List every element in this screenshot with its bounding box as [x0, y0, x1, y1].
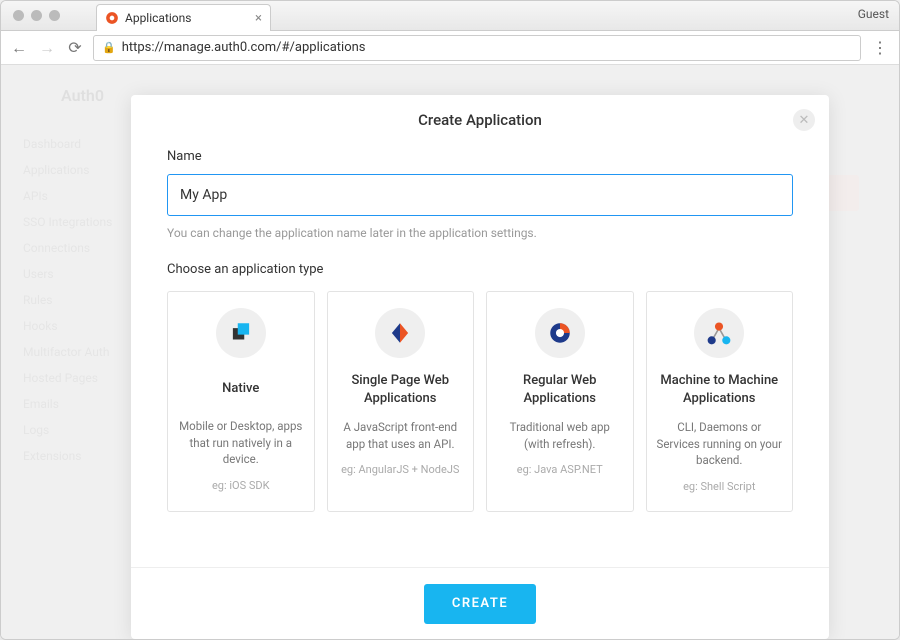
window-titlebar: Applications × Guest: [1, 1, 899, 31]
type-title: Native: [222, 372, 259, 406]
nav-back-icon[interactable]: ←: [9, 38, 29, 58]
nav-forward-icon: →: [37, 38, 57, 58]
type-card-regular[interactable]: Regular Web Applications Traditional web…: [486, 291, 634, 512]
type-title: Single Page Web Applications: [338, 372, 464, 407]
application-name-input[interactable]: [167, 174, 793, 216]
url-bar[interactable]: 🔒 https://manage.auth0.com/#/application…: [93, 35, 861, 61]
modal-title: Create Application: [418, 111, 542, 129]
page-content: Auth0 Dashboard Applications APIs SSO In…: [1, 65, 899, 639]
browser-window: Applications × Guest ← → ⟳ 🔒 https://man…: [0, 0, 900, 640]
create-button[interactable]: CREATE: [424, 584, 536, 624]
type-title: Regular Web Applications: [497, 372, 623, 407]
browser-toolbar: ← → ⟳ 🔒 https://manage.auth0.com/#/appli…: [1, 31, 899, 65]
profile-guest-label[interactable]: Guest: [858, 7, 889, 21]
tab-title: Applications: [125, 11, 191, 25]
application-type-cards: Native Mobile or Desktop, apps that run …: [167, 291, 793, 512]
tab-close-icon[interactable]: ×: [255, 11, 262, 26]
close-icon[interactable]: ✕: [793, 109, 815, 131]
type-desc: Mobile or Desktop, apps that run nativel…: [178, 418, 304, 468]
modal-footer: CREATE: [131, 567, 829, 639]
type-example: eg: Shell Script: [683, 479, 755, 494]
type-desc: A JavaScript front-end app that uses an …: [338, 419, 464, 452]
native-icon: [216, 308, 266, 358]
spa-icon: [375, 308, 425, 358]
type-title: Machine to Machine Applications: [657, 372, 783, 407]
window-close[interactable]: [13, 10, 24, 21]
window-zoom[interactable]: [49, 10, 60, 21]
browser-menu-icon[interactable]: ⋮: [869, 38, 891, 57]
create-application-modal: Create Application ✕ Name You can change…: [131, 95, 829, 639]
type-example: eg: AngularJS + NodeJS: [341, 462, 459, 477]
regular-web-icon: [535, 308, 585, 358]
tab-favicon: [105, 11, 119, 25]
url-text: https://manage.auth0.com/#/applications: [122, 40, 366, 55]
window-minimize[interactable]: [31, 10, 42, 21]
type-example: eg: Java ASP.NET: [517, 462, 603, 477]
type-card-m2m[interactable]: Machine to Machine Applications CLI, Dae…: [646, 291, 794, 512]
type-example: eg: iOS SDK: [212, 478, 270, 493]
traffic-lights: [1, 10, 60, 21]
type-card-spa[interactable]: Single Page Web Applications A JavaScrip…: [327, 291, 475, 512]
type-label: Choose an application type: [167, 262, 793, 277]
name-hint: You can change the application name late…: [167, 226, 793, 240]
m2m-icon: [694, 308, 744, 358]
type-desc: CLI, Daemons or Services running on your…: [657, 419, 783, 469]
type-desc: Traditional web app (with refresh).: [497, 419, 623, 452]
type-card-native[interactable]: Native Mobile or Desktop, apps that run …: [167, 291, 315, 512]
lock-icon: 🔒: [102, 41, 116, 54]
nav-reload-icon[interactable]: ⟳: [65, 38, 85, 57]
name-label: Name: [167, 149, 793, 164]
browser-tab[interactable]: Applications ×: [96, 4, 271, 31]
modal-header: Create Application ✕: [131, 95, 829, 145]
